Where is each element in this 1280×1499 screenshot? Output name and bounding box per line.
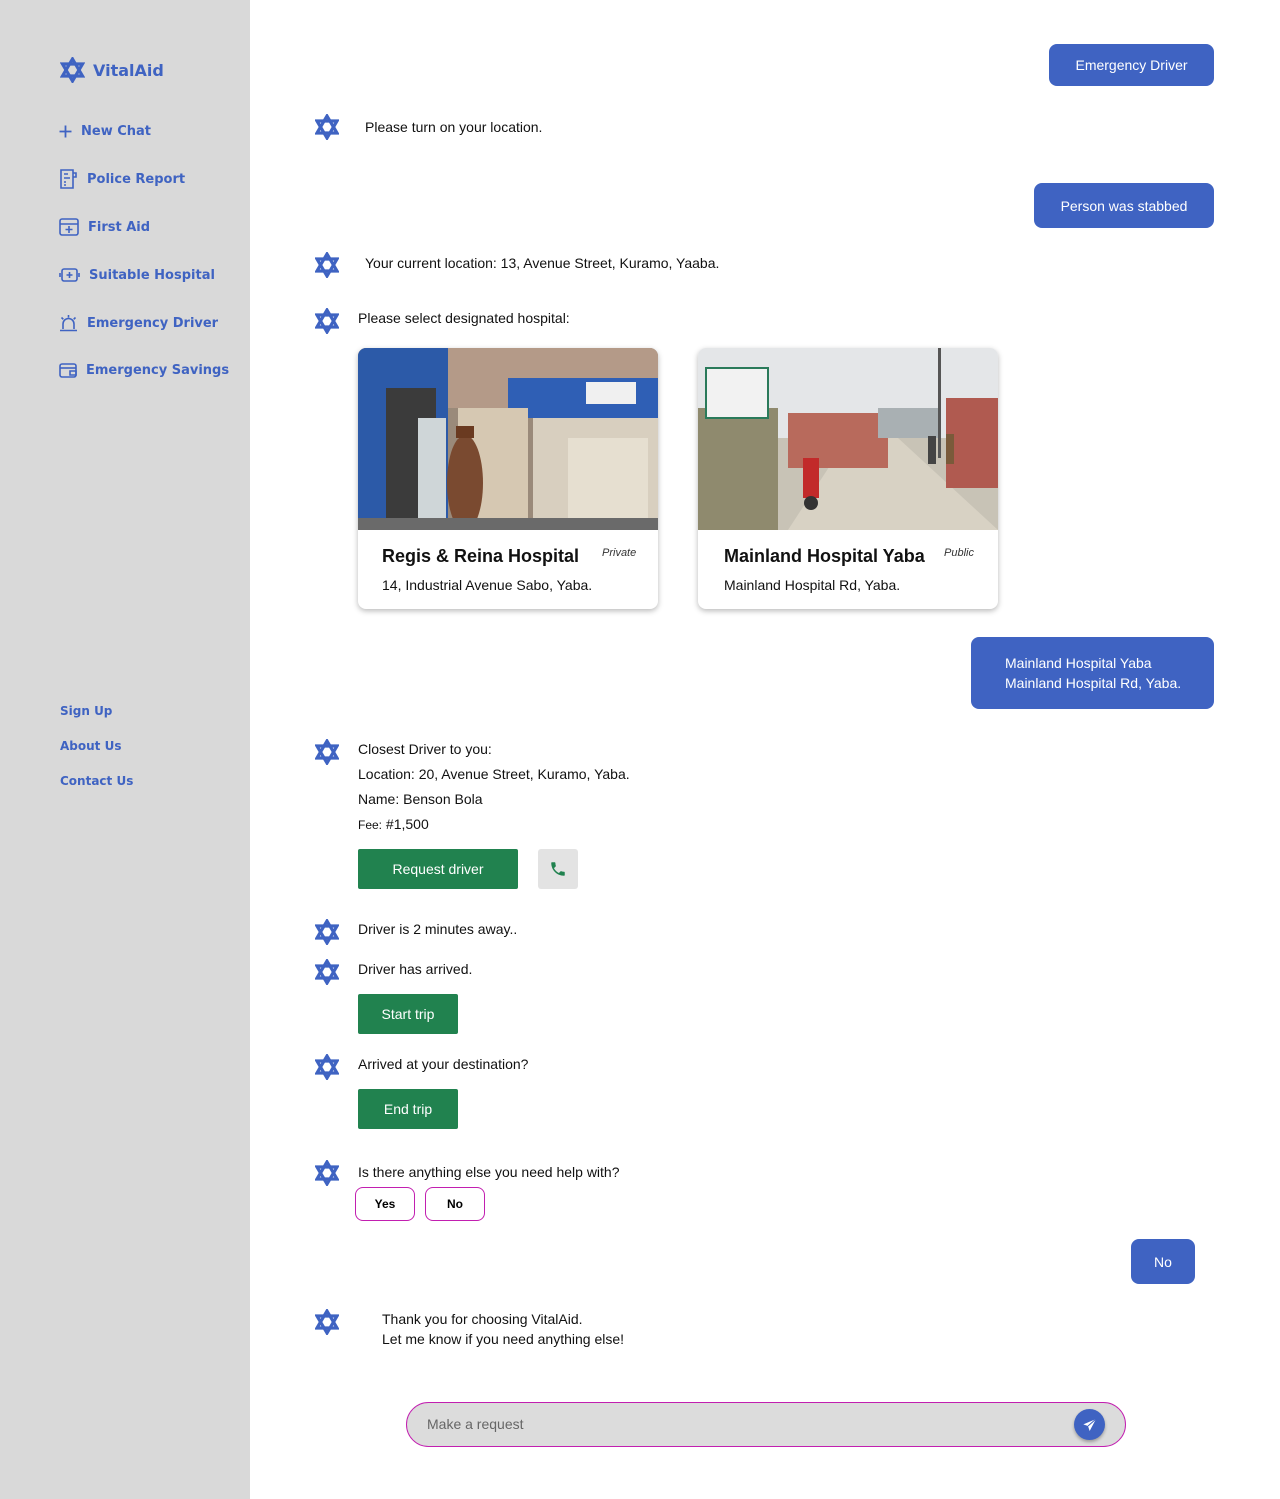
driver-location: Location: 20, Avenue Street, Kuramo, Yab…	[358, 766, 630, 782]
send-icon	[1082, 1418, 1096, 1431]
sidebar-item-police-report[interactable]: Police Report	[59, 169, 185, 189]
star-of-life-icon	[315, 114, 339, 140]
sidebar-item-suitable-hospital[interactable]: Suitable Hospital	[59, 267, 215, 283]
hospital-icon	[59, 268, 80, 282]
sidebar-item-emergency-driver[interactable]: Emergency Driver	[59, 314, 218, 332]
user-message-line: Mainland Hospital Yaba	[1005, 655, 1152, 671]
about-us-link[interactable]: About Us	[60, 739, 121, 753]
wallet-icon	[59, 363, 77, 378]
star-of-life-icon	[315, 1309, 339, 1335]
sidebar-item-label: Emergency Driver	[87, 315, 219, 331]
request-input-bar	[406, 1402, 1126, 1447]
sign-up-link[interactable]: Sign Up	[60, 704, 112, 718]
star-of-life-icon	[60, 57, 85, 83]
bot-message: Please turn on your location.	[365, 119, 543, 135]
sidebar-item-label: First Aid	[88, 219, 151, 235]
bot-message: Thank you for choosing VitalAid. Let me …	[382, 1309, 624, 1349]
star-of-life-icon	[315, 308, 339, 334]
hospital-photo	[698, 348, 998, 530]
bot-message: Is there anything else you need help wit…	[358, 1164, 620, 1180]
report-icon	[60, 169, 77, 189]
driver-fee-value: #1,500	[385, 816, 429, 832]
bot-message: Arrived at your destination?	[358, 1056, 529, 1072]
star-of-life-icon	[315, 959, 339, 985]
request-input[interactable]	[427, 1403, 1067, 1445]
request-driver-button[interactable]: Request driver	[358, 849, 518, 889]
contact-us-link[interactable]: Contact Us	[60, 774, 133, 788]
star-of-life-icon	[315, 1054, 339, 1080]
user-message: Person was stabbed	[1034, 183, 1214, 228]
call-driver-button[interactable]	[538, 849, 578, 889]
sidebar-item-new-chat[interactable]: New Chat	[59, 124, 151, 139]
bot-message-line: Let me know if you need anything else!	[382, 1331, 625, 1347]
hospital-name: Regis & Reina Hospital	[382, 546, 580, 566]
hospital-name: Mainland Hospital Yaba	[724, 546, 925, 566]
sidebar-item-label: Police Report	[87, 171, 186, 187]
star-of-life-icon	[315, 919, 339, 945]
driver-fee-label: Fee:	[358, 818, 383, 832]
send-button[interactable]	[1074, 1409, 1105, 1440]
driver-fee: Fee: #1,500	[358, 814, 429, 835]
bot-message: Please select designated hospital:	[358, 310, 570, 326]
hospital-type: Public	[944, 547, 974, 559]
driver-heading: Closest Driver to you:	[358, 741, 492, 757]
hospital-card[interactable]: Mainland Hospital Yaba Public Mainland H…	[698, 348, 998, 609]
user-message-line: Mainland Hospital Rd, Yaba.	[1005, 675, 1182, 691]
first-aid-kit-icon	[59, 218, 79, 236]
start-trip-button[interactable]: Start trip	[358, 994, 458, 1034]
phone-icon	[551, 862, 565, 876]
brand[interactable]: VitalAid	[60, 57, 164, 83]
bot-message: Driver has arrived.	[358, 961, 473, 977]
bot-message: Driver is 2 minutes away..	[358, 921, 518, 937]
hospital-photo	[358, 348, 658, 530]
driver-name: Name: Benson Bola	[358, 791, 483, 807]
bot-message: Your current location: 13, Avenue Street…	[365, 255, 720, 271]
hospital-card[interactable]: Regis & Reina Hospital Private 14, Indus…	[358, 348, 658, 609]
brand-name: VitalAid	[93, 60, 164, 80]
yes-button[interactable]: Yes	[355, 1187, 415, 1221]
star-of-life-icon	[315, 739, 339, 765]
bot-message-line: Thank you for choosing VitalAid.	[382, 1311, 583, 1327]
sidebar: VitalAid New Chat Police Report First Ai…	[0, 0, 250, 1499]
hospital-address: 14, Industrial Avenue Sabo, Yaba.	[382, 577, 593, 593]
user-message: Mainland Hospital Yaba Mainland Hospital…	[971, 637, 1214, 709]
sidebar-item-label: Emergency Savings	[86, 363, 230, 378]
plus-icon	[59, 125, 72, 138]
siren-icon	[60, 315, 77, 332]
hospital-address: Mainland Hospital Rd, Yaba.	[724, 577, 901, 593]
user-message: No	[1131, 1239, 1195, 1284]
sidebar-item-emergency-savings[interactable]: Emergency Savings	[59, 362, 229, 379]
sidebar-item-first-aid[interactable]: First Aid	[59, 218, 150, 236]
hospital-type: Private	[602, 547, 637, 559]
sidebar-item-label: Suitable Hospital	[89, 267, 215, 283]
end-trip-button[interactable]: End trip	[358, 1089, 458, 1129]
no-button[interactable]: No	[425, 1187, 485, 1221]
star-of-life-icon	[315, 252, 339, 278]
star-of-life-icon	[315, 1160, 339, 1186]
sidebar-item-label: New Chat	[81, 124, 152, 139]
user-message: Emergency Driver	[1049, 44, 1214, 86]
